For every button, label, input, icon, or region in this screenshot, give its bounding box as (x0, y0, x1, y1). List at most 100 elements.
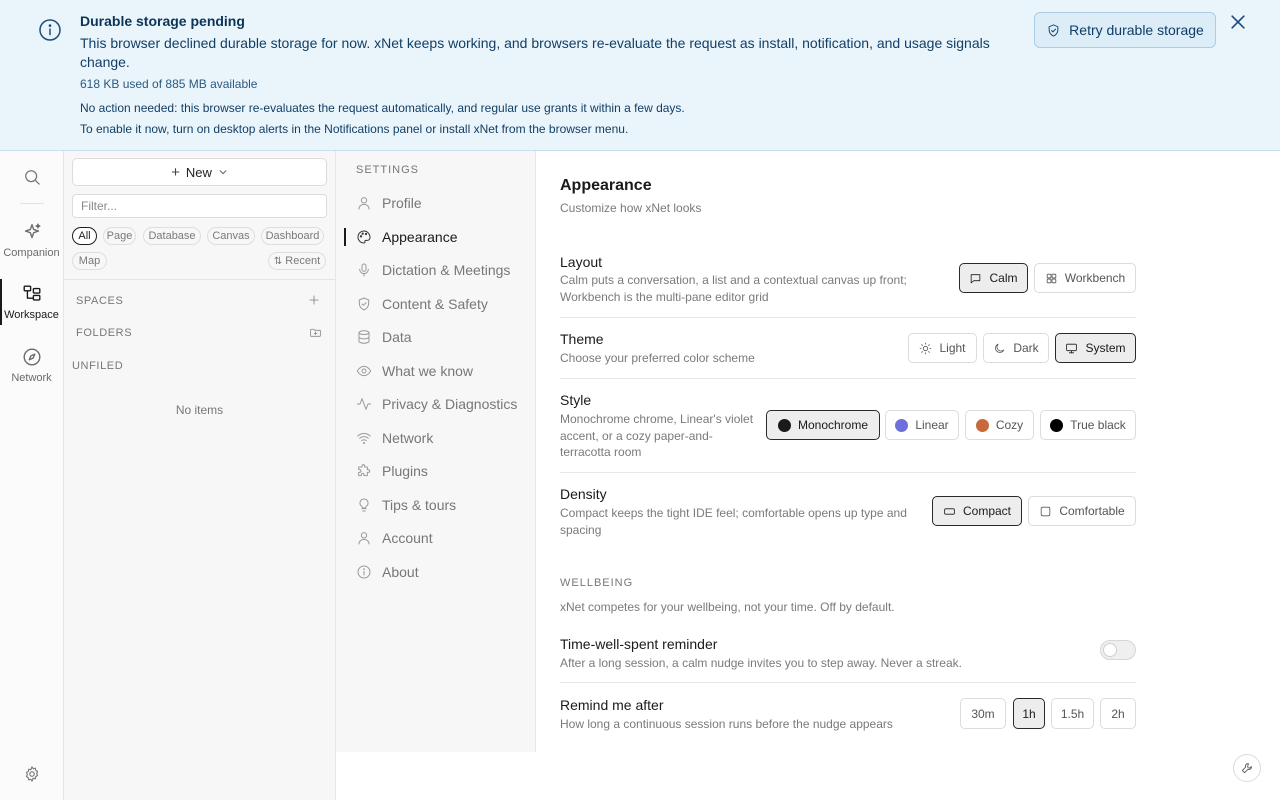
nav-item-data[interactable]: Data (336, 322, 535, 352)
theme-option-system[interactable]: System (1055, 333, 1136, 363)
chip-database[interactable]: Database (143, 227, 201, 245)
nav-item-profile[interactable]: Profile (336, 188, 535, 218)
empty-state: No items (175, 403, 224, 417)
sun-icon (919, 342, 932, 355)
reminder-title: Time-well-spent reminder (560, 636, 718, 652)
remind-after-title: Remind me after (560, 697, 664, 713)
nav-item-about[interactable]: About (336, 557, 535, 587)
nav-item-plugins[interactable]: Plugins (336, 456, 535, 486)
remind-option-30m[interactable]: 30m (960, 698, 1006, 729)
moon-icon (993, 342, 1006, 355)
puzzle-icon (356, 463, 372, 479)
storage-banner: Durable storage pending This browser dec… (0, 0, 1280, 151)
eye-icon (356, 363, 372, 379)
density-option-comfortable[interactable]: Comfortable (1028, 496, 1136, 526)
style-option-cozy-label: Cozy (995, 418, 1024, 432)
layout-option-calm-label: Calm (989, 271, 1018, 285)
sort-recent-button[interactable]: ⇅ Recent (268, 252, 326, 270)
settings-heading: SETTINGS (356, 164, 420, 176)
rail-item-network[interactable]: Network (0, 342, 63, 396)
style-title: Style (560, 392, 592, 408)
theme-option-dark-label: Dark (1013, 341, 1039, 355)
mic-icon (356, 262, 372, 278)
sparkle-icon (21, 221, 43, 243)
sort-recent-label: Recent (285, 255, 321, 267)
nav-item-tips[interactable]: Tips & tours (336, 490, 535, 520)
retry-storage-button[interactable]: Retry durable storage (1034, 12, 1216, 48)
new-button[interactable]: + New (72, 158, 327, 186)
nav-item-privacy[interactable]: Privacy & Diagnostics (336, 389, 535, 419)
retry-storage-label: Retry durable storage (1069, 22, 1204, 38)
swatch-dot-icon (895, 418, 909, 432)
wifi-icon (356, 430, 372, 446)
remind-option-2h[interactable]: 2h (1100, 698, 1136, 729)
new-folder-icon[interactable] (309, 326, 322, 339)
density-option-compact-label: Compact (962, 504, 1012, 518)
rail-item-workspace[interactable]: Workspace (0, 279, 63, 333)
devtools-wrench-button[interactable] (1233, 754, 1261, 782)
filter-input[interactable] (72, 194, 327, 218)
banner-note-auto: No action needed: this browser re-evalua… (80, 101, 685, 115)
nav-item-dictation[interactable]: Dictation & Meetings (336, 255, 535, 285)
close-icon[interactable] (1228, 12, 1248, 32)
activity-icon (356, 396, 372, 412)
remind-option-1h[interactable]: 1h (1013, 698, 1045, 729)
banner-body: This browser declined durable storage fo… (80, 35, 990, 70)
new-button-label: New (185, 164, 212, 180)
chip-canvas[interactable]: Canvas (207, 227, 255, 245)
compass-icon (21, 346, 43, 368)
swatch-dot-icon (975, 418, 989, 432)
folders-label: FOLDERS (76, 327, 133, 339)
chip-all[interactable]: All (72, 227, 97, 245)
rail-label-companion: Companion (3, 247, 60, 259)
nav-item-appearance[interactable]: Appearance (336, 222, 535, 252)
remind-option-1-5h[interactable]: 1.5h (1051, 698, 1094, 729)
storage-usage: 618 KB used of 885 MB available (80, 77, 258, 91)
nav-item-what-we-know[interactable]: What we know (336, 356, 535, 386)
style-option-linear[interactable]: Linear (885, 410, 959, 440)
style-option-true-black[interactable]: True black (1040, 410, 1136, 440)
chip-map[interactable]: Map (72, 252, 107, 270)
layout-option-calm[interactable]: Calm (959, 263, 1028, 293)
reminder-toggle[interactable] (1100, 640, 1136, 660)
search-icon[interactable] (22, 167, 42, 187)
workspace-sidebar: + New All Page Database Canvas Dashboard… (64, 151, 336, 800)
nav-item-content-safety[interactable]: Content & Safety (336, 289, 535, 319)
chevron-down-icon (218, 167, 228, 177)
lightbulb-icon (356, 497, 372, 513)
style-desc: Monochrome chrome, Linear's violet accen… (560, 412, 754, 459)
wellbeing-heading: WELLBEING (560, 577, 634, 589)
message-icon (969, 272, 982, 285)
row-divider (560, 378, 1136, 379)
shield-check-icon (1046, 23, 1061, 38)
density-option-compact[interactable]: Compact (932, 496, 1022, 526)
banner-title: Durable storage pending (80, 13, 245, 29)
gear-icon[interactable] (23, 765, 41, 783)
rail-item-companion[interactable]: Companion (0, 217, 63, 271)
nav-item-account[interactable]: Account (336, 523, 535, 553)
add-space-icon[interactable] (307, 293, 321, 307)
swatch-dot-icon (777, 418, 791, 432)
theme-option-light[interactable]: Light (908, 333, 977, 363)
nav-label-content-safety: Content & Safety (382, 296, 488, 312)
nav-label-privacy: Privacy & Diagnostics (382, 396, 518, 412)
settings-nav: SETTINGS Profile Appearance Dictation & … (336, 151, 536, 752)
style-option-true-black-label: True black (1070, 418, 1126, 432)
layout-option-workbench[interactable]: Workbench (1034, 263, 1136, 293)
reminder-desc: After a long session, a calm nudge invit… (560, 656, 962, 670)
swatch-dot-icon (1050, 418, 1064, 432)
style-option-monochrome-label: Monochrome (797, 418, 869, 432)
density-option-comfortable-label: Comfortable (1059, 504, 1125, 518)
nav-item-network[interactable]: Network (336, 423, 535, 453)
user-icon (356, 195, 372, 211)
style-option-monochrome[interactable]: Monochrome (766, 410, 880, 440)
chip-dashboard[interactable]: Dashboard (261, 227, 324, 245)
row-divider (560, 472, 1136, 473)
nav-label-profile: Profile (382, 195, 422, 211)
theme-option-dark[interactable]: Dark (983, 333, 1049, 363)
chip-page[interactable]: Page (103, 227, 136, 245)
nav-label-data: Data (382, 329, 412, 345)
layout-desc: Calm puts a conversation, a list and a c… (560, 273, 907, 304)
rail-divider (20, 203, 44, 204)
style-option-cozy[interactable]: Cozy (965, 410, 1034, 440)
